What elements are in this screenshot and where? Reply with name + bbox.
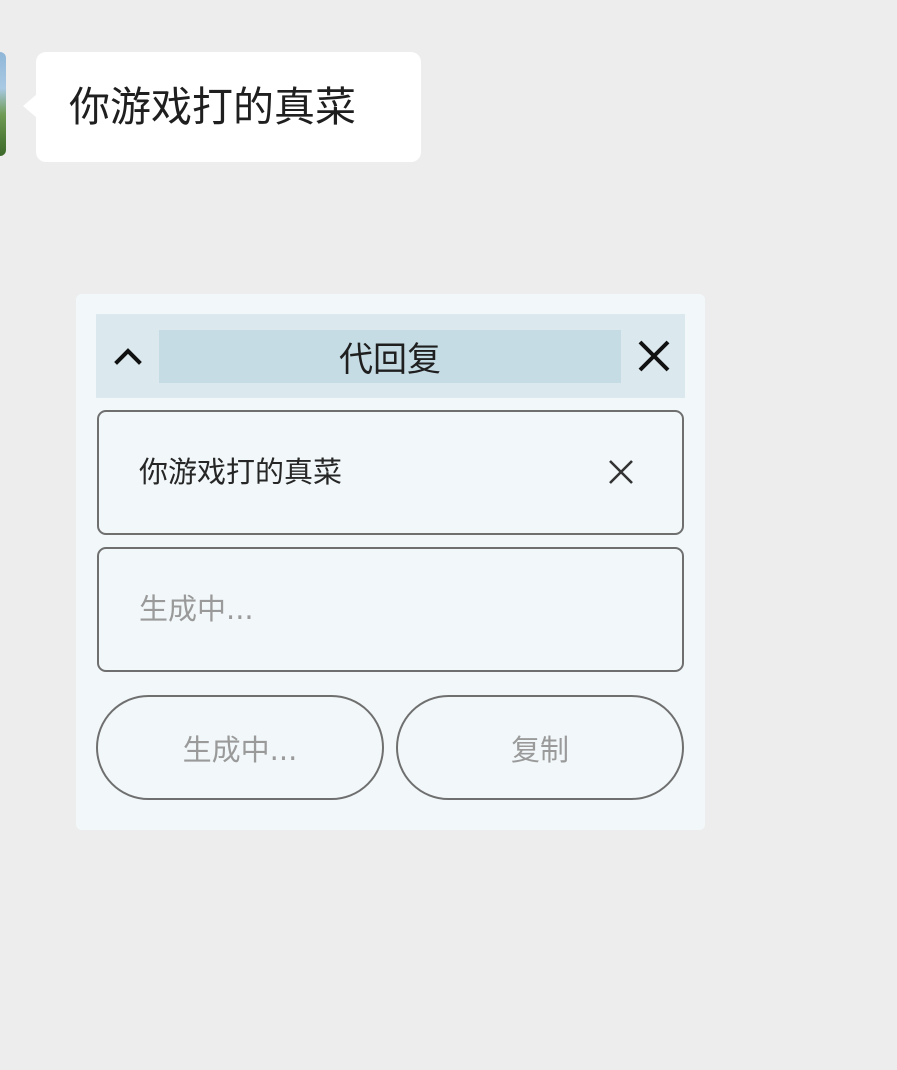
message-text: 你游戏打的真菜 — [69, 83, 356, 131]
reply-assistant-panel: 代回复 你游戏打的真菜 生成中... 生成中... 复制 — [76, 294, 705, 830]
panel-title: 代回复 — [339, 340, 441, 380]
panel-header: 代回复 — [96, 314, 685, 398]
close-icon — [638, 340, 670, 372]
copy-button-label: 复制 — [510, 732, 569, 767]
chevron-up-icon — [114, 348, 142, 365]
panel-title-area[interactable]: 代回复 — [159, 330, 621, 383]
generate-button-label: 生成中... — [182, 732, 298, 767]
generate-button[interactable]: 生成中... — [96, 695, 384, 800]
source-message-field[interactable]: 你游戏打的真菜 — [97, 410, 684, 535]
reply-placeholder: 生成中... — [139, 592, 254, 626]
clear-button[interactable] — [604, 455, 638, 489]
avatar[interactable] — [0, 52, 6, 156]
copy-button[interactable]: 复制 — [396, 695, 684, 800]
message-bubble[interactable]: 你游戏打的真菜 — [23, 52, 421, 162]
reply-field[interactable]: 生成中... — [97, 547, 684, 672]
collapse-button[interactable] — [106, 334, 150, 378]
close-button[interactable] — [632, 334, 676, 378]
clear-icon — [609, 460, 633, 484]
source-message-text: 你游戏打的真菜 — [139, 455, 343, 489]
